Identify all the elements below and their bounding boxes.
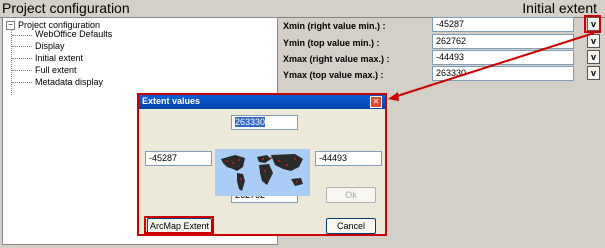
world-map-image bbox=[215, 149, 310, 196]
highlight-box bbox=[144, 216, 214, 234]
dialog-titlebar[interactable]: Extent values ✕ bbox=[139, 95, 385, 109]
cancel-button[interactable]: Cancel bbox=[326, 218, 376, 234]
ok-button[interactable]: Ok bbox=[326, 187, 376, 203]
dialog-title: Extent values bbox=[142, 96, 201, 106]
close-icon[interactable]: ✕ bbox=[370, 96, 382, 108]
dialog-body: 263330 -45287 -44493 262762 Ok bbox=[141, 111, 383, 234]
right-value-input[interactable]: -44493 bbox=[315, 151, 382, 166]
top-value-text: 263330 bbox=[235, 117, 266, 127]
extent-values-dialog: Extent values ✕ 263330 -45287 -44493 262… bbox=[137, 93, 387, 236]
world-map-graphic bbox=[215, 149, 310, 196]
top-value-input[interactable]: 263330 bbox=[231, 115, 298, 130]
left-value-input[interactable]: -45287 bbox=[145, 151, 212, 166]
